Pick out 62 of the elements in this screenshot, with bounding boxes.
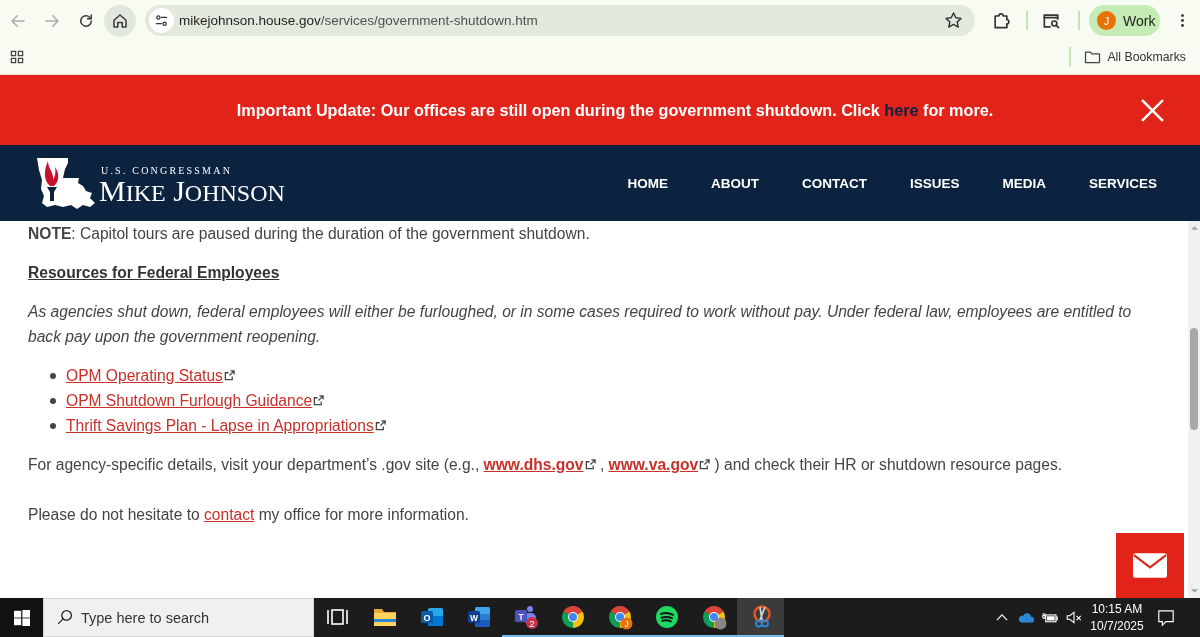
window-panes-icon [13, 609, 30, 626]
resource-link[interactable]: OPM Operating Status [66, 363, 235, 388]
note-text: NOTE: Capitol tours are paused during the duration of the government shutdown. [28, 224, 591, 244]
browser-icon [559, 603, 586, 630]
email-button[interactable] [1116, 533, 1184, 598]
external-link-icon [223, 370, 235, 381]
intro-text: As agencies shut down, federal employees will either be furloughed, or in some cases required to work without pay. Under federal law, employees are entitled to back pay upon the government reopening. [28, 302, 1133, 347]
scrollbar[interactable] [1188, 221, 1200, 598]
address-bar[interactable]: mikejohnson.house.gov/services/government-shutdown.htm [145, 5, 975, 36]
taskbar-button[interactable]: W [455, 598, 502, 637]
home-button[interactable] [104, 4, 136, 37]
resource-link[interactable]: Thrift Savings Plan - Lapse in Appropriations [66, 413, 386, 438]
browser-icon [700, 603, 727, 630]
nav-link[interactable]: MEDIA [1002, 175, 1046, 191]
home-icon [111, 11, 129, 30]
bullet-icon [50, 397, 56, 404]
search-icon [57, 609, 73, 625]
reload-icon [77, 11, 95, 30]
start-button[interactable] [0, 598, 43, 637]
external-link-icon [699, 459, 711, 470]
taskbar-button[interactable]: O [408, 598, 455, 637]
site-settings-icon[interactable] [149, 8, 174, 33]
body-text: For agency-specific details, visit your department’s .gov site (e.g., www.dhs.gov , www.va.gov ) and check their HR or shutdown resource pages. [28, 455, 1064, 475]
nav-link[interactable]: CONTACT [801, 175, 867, 191]
folder-icon [1084, 49, 1102, 64]
puzzle-icon[interactable] [991, 10, 1011, 31]
all-bookmarks-button[interactable]: All Bookmarks [1084, 49, 1186, 64]
state-torch-icon[interactable] [35, 156, 95, 210]
bullet-icon [50, 372, 56, 379]
envelope-icon [1133, 553, 1167, 578]
nav-link[interactable]: ABOUT [710, 175, 759, 191]
apps-grid-icon[interactable] [10, 49, 24, 64]
external-link-icon [584, 459, 596, 470]
scrollbar-thumb[interactable] [1190, 328, 1198, 430]
logo-subtitle: U.S. CONGRESSMAN [101, 164, 234, 176]
logo-title: MIKE JOHNSON [99, 175, 285, 206]
bullet-icon [50, 422, 56, 429]
sound-waves-icon [653, 603, 680, 630]
clock-date[interactable]: 10/7/2025 [1090, 617, 1144, 635]
section-heading: Resources for Federal Employees [28, 263, 281, 283]
text-link[interactable]: www.va.gov [608, 456, 711, 473]
external-link-icon [313, 395, 325, 406]
alert-text: Important Update: Our offices are still open during the government shutdown. Click here for more. [236, 100, 994, 120]
resource-link[interactable]: OPM Shutdown Furlough Guidance [66, 388, 325, 413]
taskbar-search-field[interactable]: Type here to search [43, 598, 314, 637]
profile-avatar: J [1097, 11, 1116, 30]
taskbar-button[interactable] [737, 598, 784, 637]
taskbar-button[interactable]: T 2 [502, 598, 549, 637]
notification-icon[interactable] [1157, 608, 1175, 627]
close-icon [1141, 99, 1164, 122]
text-link[interactable]: contact [204, 506, 255, 523]
nav-link[interactable]: HOME [627, 175, 668, 191]
external-link-icon [374, 420, 386, 431]
text-link[interactable]: www.dhs.gov [483, 456, 596, 473]
nav-link[interactable]: ISSUES [909, 175, 960, 191]
bookmark-star-icon[interactable] [944, 11, 963, 30]
profile-button[interactable]: J Work [1089, 5, 1160, 36]
menu-icon[interactable] [1180, 12, 1185, 29]
close-button[interactable] [1141, 99, 1164, 122]
body-text: Please do not hesitate to contact my office for more information. [28, 505, 470, 525]
clock-time[interactable]: 10:15 AM [1091, 600, 1143, 618]
nav-link[interactable]: SERVICES [1088, 175, 1157, 191]
